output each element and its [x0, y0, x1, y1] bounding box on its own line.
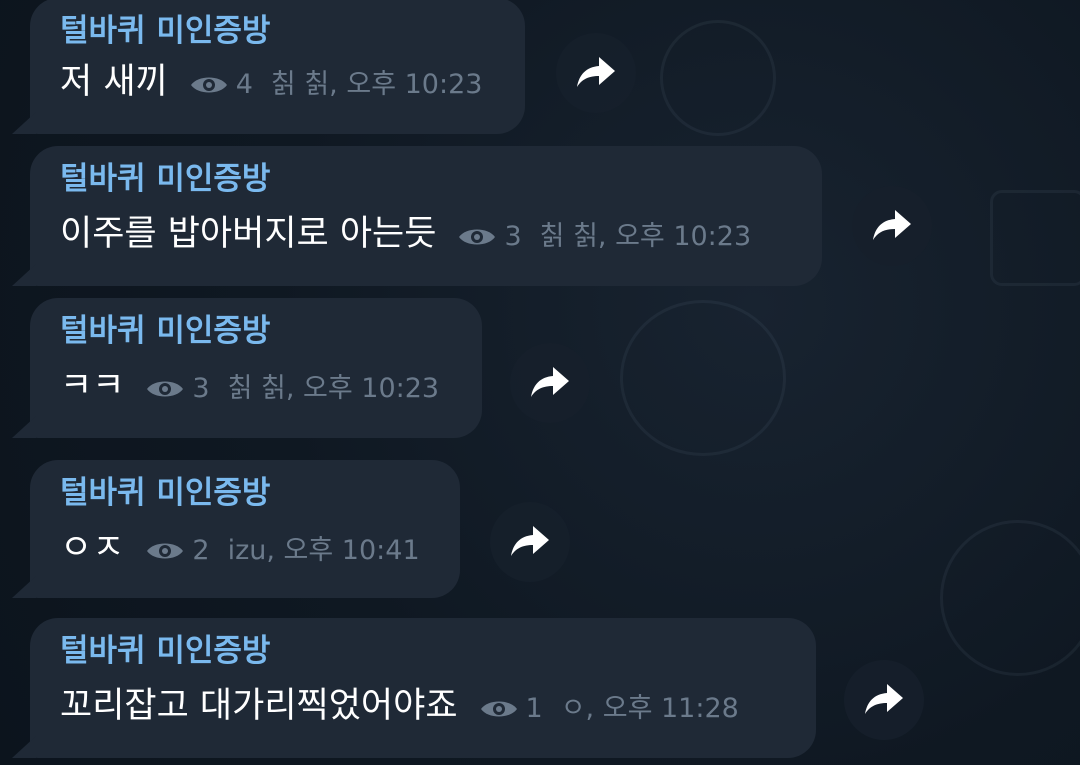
wallpaper-doodle [990, 190, 1080, 286]
message-line: 저 새끼 4 칡 칡, 오후 10:23 [60, 60, 497, 104]
share-arrow-icon [531, 367, 569, 397]
view-count: 1 [525, 693, 543, 724]
wallpaper-doodle [620, 300, 786, 456]
view-count: 3 [504, 221, 522, 252]
sender-name[interactable]: 털바퀴 미인증방 [60, 160, 794, 198]
share-arrow-icon [577, 57, 615, 87]
message-line: ㅇㅈ 2 izu, 오후 10:41 [60, 526, 432, 570]
message-text: 저 새끼 [60, 62, 168, 102]
message-meta: 3 칡 칡, 오후 10:23 [458, 220, 751, 254]
message-bubble[interactable]: 털바퀴 미인증방 꼬리잡고 대가리찍었어야죠 1 ㅇ, 오후 11:28 [30, 618, 816, 758]
eye-icon [190, 77, 227, 93]
message-bubble[interactable]: 털바퀴 미인증방 이주를 밥아버지로 아는듯 3 칡 칡, 오후 10:23 [30, 146, 822, 286]
message-line: 꼬리잡고 대가리찍었어야죠 1 ㅇ, 오후 11:28 [60, 684, 788, 728]
view-count: 4 [235, 69, 253, 100]
eye-icon [147, 543, 184, 559]
author-time: 칡 칡, 오후 10:23 [270, 69, 483, 100]
message-text: ㅇㅈ [60, 528, 125, 568]
forward-button[interactable] [852, 186, 932, 266]
sender-name[interactable]: 털바퀴 미인증방 [60, 312, 454, 350]
message-text: ㅋㅋ [60, 366, 125, 406]
author-time: ㅇ, 오후 11:28 [560, 693, 739, 724]
eye-icon [480, 701, 517, 717]
wallpaper-doodle [660, 20, 776, 136]
view-count: 2 [192, 535, 210, 566]
message-meta: 2 izu, 오후 10:41 [146, 534, 420, 568]
sender-name[interactable]: 털바퀴 미인증방 [60, 12, 497, 50]
share-arrow-icon [873, 210, 911, 240]
sender-name[interactable]: 털바퀴 미인증방 [60, 632, 788, 670]
message-meta: 1 ㅇ, 오후 11:28 [480, 692, 739, 726]
forward-button[interactable] [510, 343, 590, 423]
message-line: ㅋㅋ 3 칡 칡, 오후 10:23 [60, 364, 454, 408]
eye-icon [147, 381, 184, 397]
author-time: izu, 오후 10:41 [227, 535, 420, 566]
message-bubble[interactable]: 털바퀴 미인증방 ㅋㅋ 3 칡 칡, 오후 10:23 [30, 298, 482, 438]
chat-view[interactable]: 털바퀴 미인증방 저 새끼 4 칡 칡, 오후 10:23 털바퀴 미인증방 이… [0, 0, 1080, 765]
eye-icon [459, 229, 496, 245]
sender-name[interactable]: 털바퀴 미인증방 [60, 474, 432, 512]
message-text: 꼬리잡고 대가리찍었어야죠 [60, 686, 458, 726]
message-bubble[interactable]: 털바퀴 미인증방 저 새끼 4 칡 칡, 오후 10:23 [30, 0, 525, 134]
author-time: 칡 칡, 오후 10:23 [539, 221, 752, 252]
wallpaper-doodle [940, 520, 1080, 676]
author-time: 칡 칡, 오후 10:23 [227, 373, 440, 404]
message-meta: 3 칡 칡, 오후 10:23 [146, 372, 439, 406]
message-bubble[interactable]: 털바퀴 미인증방 ㅇㅈ 2 izu, 오후 10:41 [30, 460, 460, 598]
forward-button[interactable] [556, 33, 636, 113]
share-arrow-icon [865, 684, 903, 714]
view-count: 3 [192, 373, 210, 404]
share-arrow-icon [511, 526, 549, 556]
message-meta: 4 칡 칡, 오후 10:23 [190, 68, 483, 102]
message-text: 이주를 밥아버지로 아는듯 [60, 214, 437, 254]
forward-button[interactable] [490, 502, 570, 582]
message-line: 이주를 밥아버지로 아는듯 3 칡 칡, 오후 10:23 [60, 212, 794, 256]
forward-button[interactable] [844, 660, 924, 740]
